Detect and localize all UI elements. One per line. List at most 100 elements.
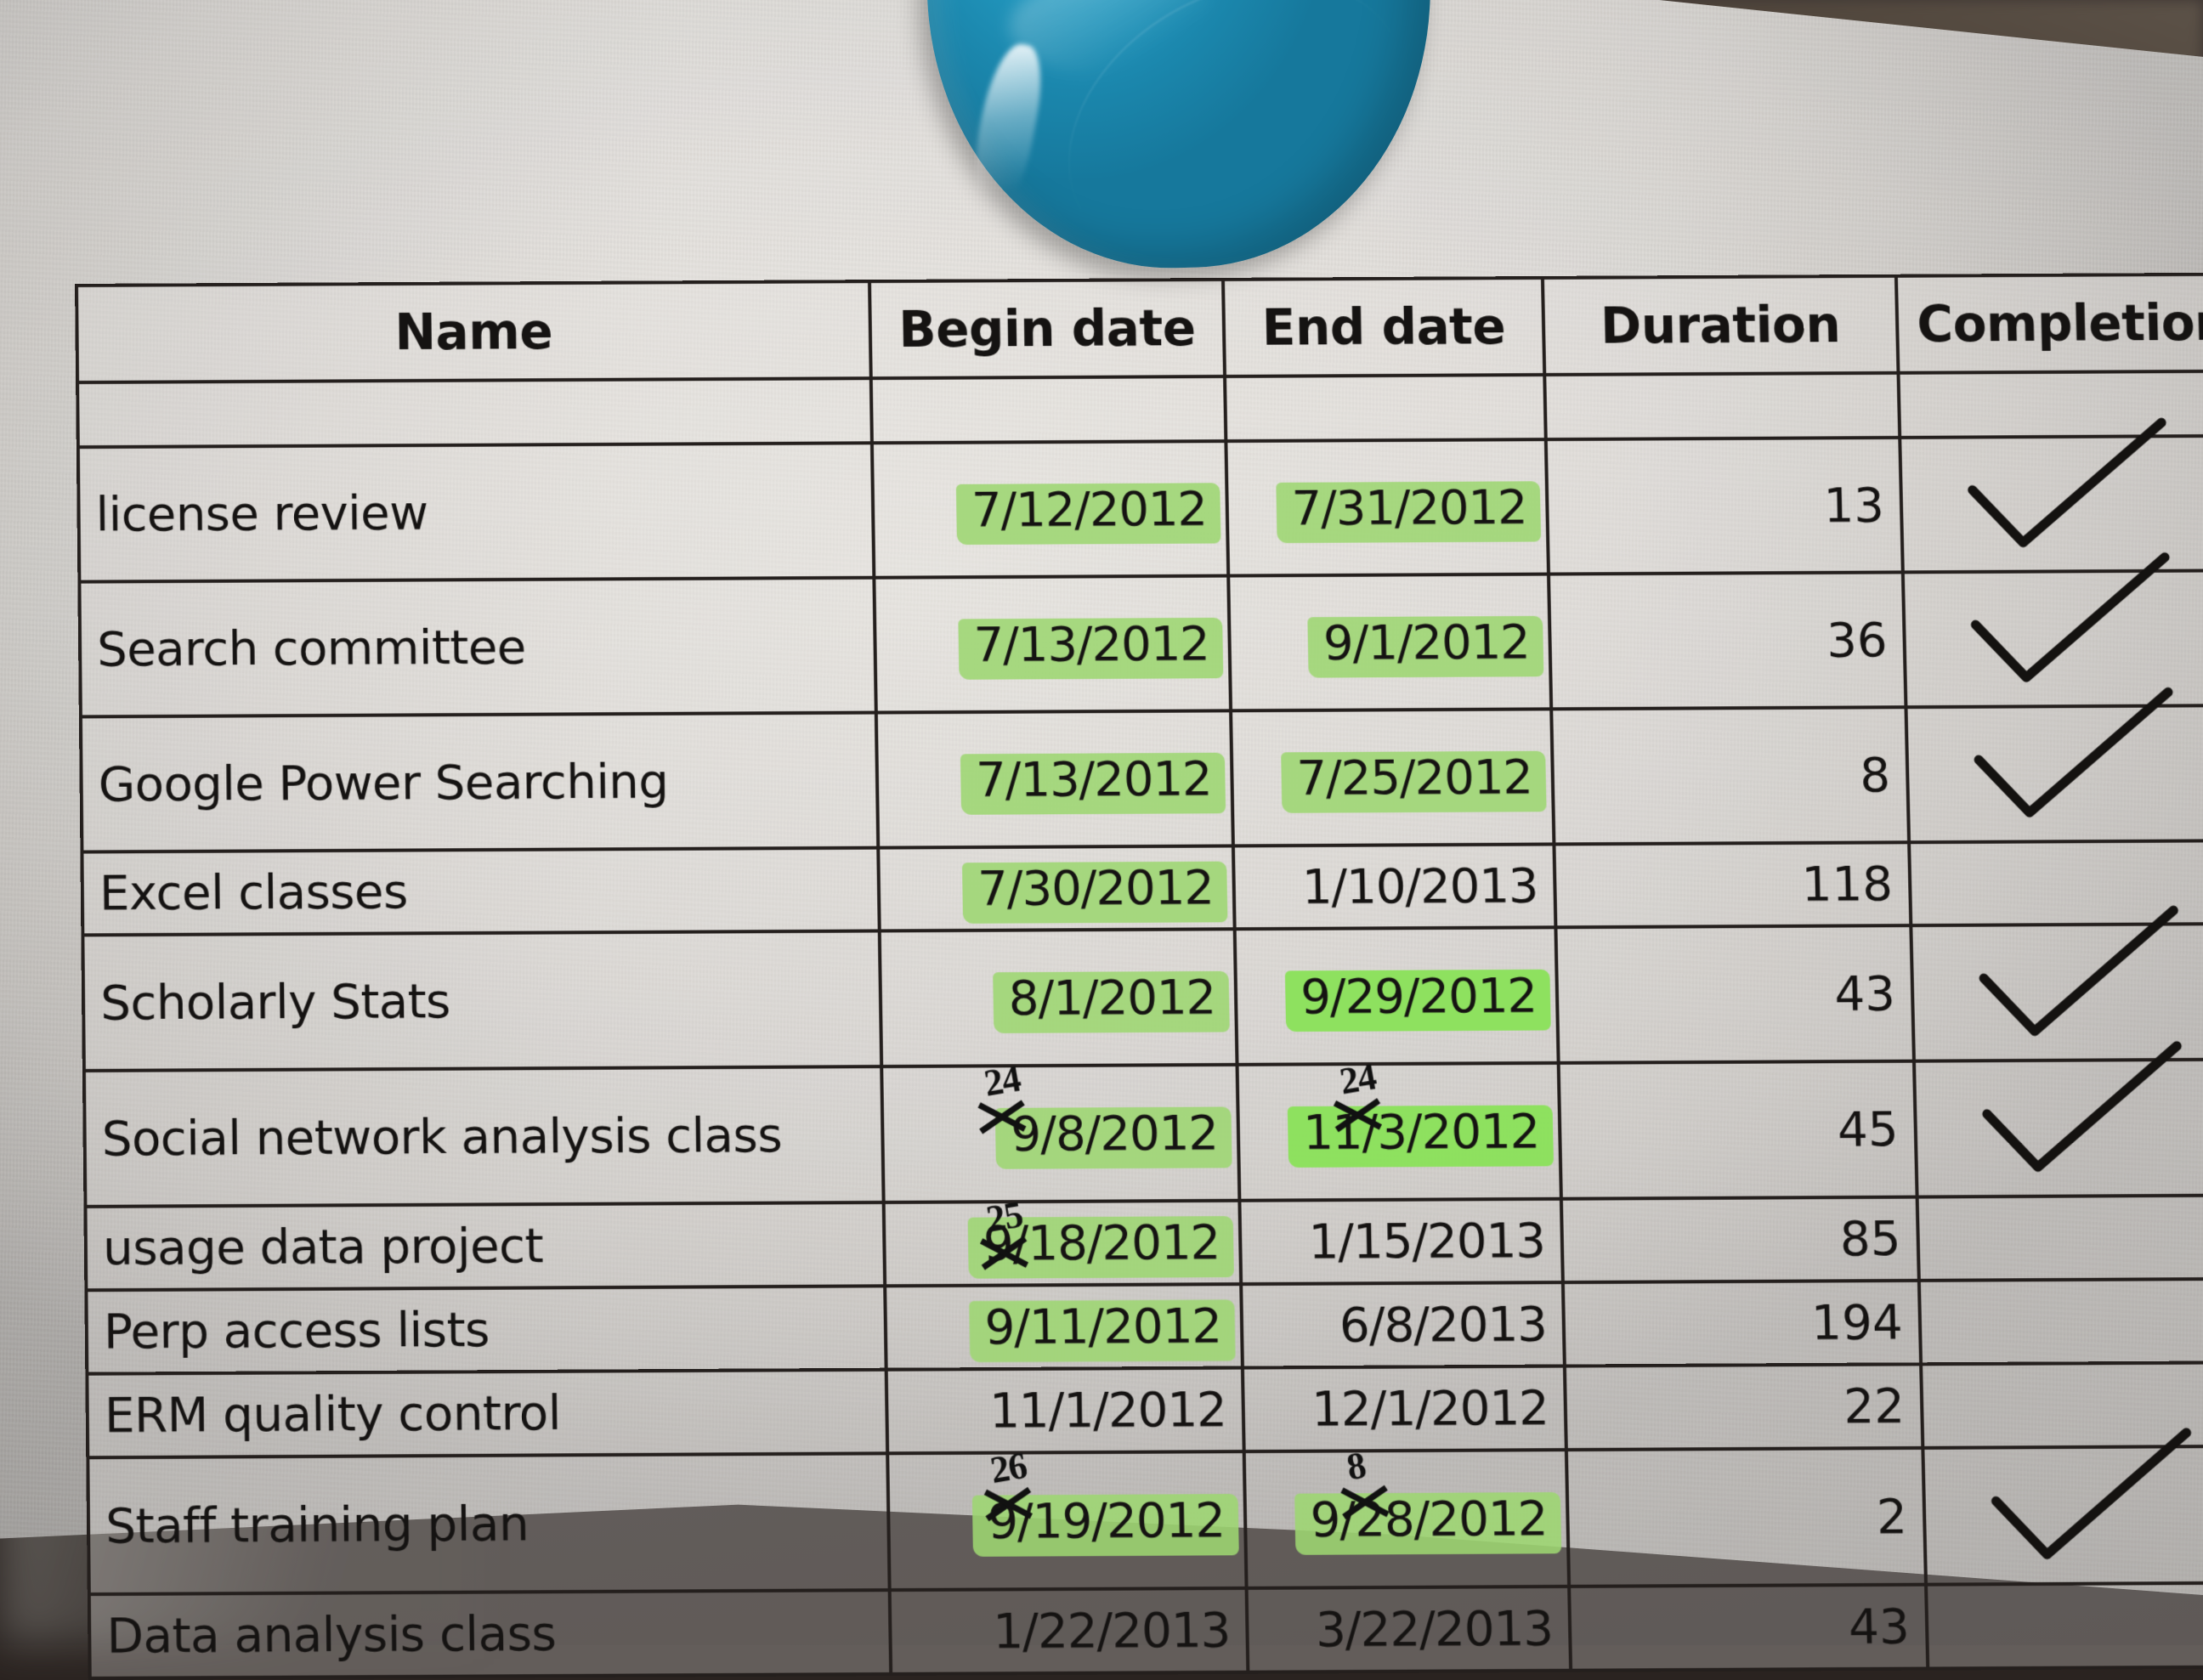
date-text: 11/1/2012	[988, 1381, 1227, 1440]
cell-task-name: license review	[77, 443, 875, 582]
cell-duration: 45	[1558, 1061, 1917, 1199]
cell-completion	[1923, 1446, 2203, 1585]
cell-begin-date: 11/1/2012	[886, 1367, 1244, 1454]
cell-begin-date: 9/19/2012 26	[887, 1444, 1247, 1591]
cell-end-date: 9/1/2012	[1228, 574, 1552, 711]
date-text: 3/22/2013	[1315, 1600, 1554, 1659]
cell-completion	[1918, 1278, 2203, 1365]
blue-disc-specular-highlight	[965, 39, 1050, 217]
checkmark-icon	[1993, 1061, 2193, 1183]
table-row: ERM quality control 11/1/2012 12/1/2012 22	[87, 1362, 2203, 1458]
cell-begin-date: 9/11/2012	[885, 1284, 1243, 1370]
cell-task-name: Social network analysis class	[83, 1066, 884, 1207]
cell-duration: 13	[1545, 437, 1903, 574]
cell-completion	[1917, 1195, 2203, 1281]
table-row: Perp access lists 9/11/2012 6/8/2013 194	[86, 1278, 2203, 1374]
cell-task-name: Data analysis class	[88, 1590, 892, 1678]
column-header-duration: Duration	[1542, 275, 1899, 375]
cell-task-name: Search committee	[79, 577, 876, 717]
column-header-name: Name	[76, 281, 871, 383]
date-text: 7/25/2012	[1293, 747, 1537, 807]
date-text: 9/1/2012	[1319, 612, 1533, 672]
cell-begin-date: 7/13/2012	[874, 575, 1232, 713]
cell-task-name: Scholarly Stats	[82, 931, 882, 1071]
table-row: usage data project 9/18/2012 25 1/15/2013 85	[85, 1193, 2203, 1291]
cell-end-date: 6/8/2013	[1241, 1282, 1565, 1368]
cell-end-date: 3/22/2013	[1246, 1586, 1572, 1672]
cell-duration: 43	[1569, 1584, 1928, 1671]
cell-duration: 85	[1560, 1196, 1919, 1283]
table-spacer-row	[77, 371, 2203, 448]
checkmark-icon	[1990, 925, 2189, 1047]
cell-task-name: usage data project	[85, 1202, 886, 1291]
spacer-cell-end	[1225, 374, 1546, 442]
date-text: 1/15/2013	[1307, 1213, 1546, 1270]
date-text: 12/1/2012	[1311, 1379, 1549, 1438]
cell-end-date: 12/1/2012	[1242, 1366, 1566, 1452]
handwritten-correction: 8	[1343, 1443, 1369, 1489]
column-header-end-date: End date	[1222, 277, 1545, 376]
date-text: 9/8/2012	[1007, 1103, 1222, 1163]
column-header-begin-date: Begin date	[869, 279, 1226, 379]
date-text: 6/8/2013	[1339, 1296, 1548, 1354]
cell-begin-date: 9/18/2012 25	[883, 1193, 1242, 1287]
date-text: 9/28/2012	[1306, 1488, 1551, 1549]
date-text: 7/12/2012	[967, 479, 1210, 540]
cell-duration: 43	[1555, 925, 1914, 1063]
cell-begin-date: 7/13/2012	[875, 710, 1233, 848]
checkmark-icon	[2002, 1448, 2201, 1570]
table-row: Search committee 7/13/2012 9/1/2012 36	[79, 570, 2203, 717]
date-text: 11/3/2012	[1299, 1101, 1543, 1162]
table-row: Excel classes 7/30/2012 1/10/2013 118	[82, 840, 2203, 936]
cell-duration: 194	[1562, 1280, 1922, 1366]
cell-completion	[1906, 705, 2203, 843]
spacer-cell-duration	[1544, 372, 1900, 440]
cell-end-date: 9/29/2012	[1234, 927, 1559, 1065]
table-header: Name Begin date End date Duration Comple…	[76, 274, 2203, 383]
table-header-row: Name Begin date End date Duration Comple…	[76, 274, 2203, 383]
cell-end-date: 7/31/2012	[1226, 439, 1549, 576]
cell-end-date: 7/25/2012	[1231, 709, 1555, 846]
date-text: 1/10/2013	[1301, 857, 1538, 915]
cell-duration: 118	[1554, 842, 1911, 928]
checkmark-icon	[1981, 573, 2180, 693]
cell-duration: 2	[1566, 1447, 1927, 1587]
cell-task-name: Staff training plan	[88, 1453, 890, 1595]
table-row: Scholarly Stats 8/1/2012 9/29/2012 43	[82, 924, 2203, 1071]
project-plan-table-container: Name Begin date End date Duration Comple…	[75, 272, 2203, 1680]
cell-begin-date: 7/30/2012	[878, 846, 1235, 931]
date-text: 9/11/2012	[981, 1296, 1226, 1357]
handwritten-correction: 24	[981, 1057, 1023, 1105]
cell-end-date: 11/3/2012 24	[1237, 1055, 1561, 1201]
cell-duration: 36	[1548, 572, 1906, 710]
cell-completion	[1913, 1059, 2203, 1197]
cell-end-date: 9/28/2012 8	[1243, 1444, 1570, 1588]
cell-begin-date: 7/12/2012	[871, 441, 1229, 578]
spacer-cell-begin	[870, 376, 1226, 444]
date-text: 7/30/2012	[974, 858, 1218, 919]
handwritten-correction: 26	[987, 1444, 1030, 1492]
cell-begin-date: 8/1/2012	[879, 929, 1237, 1067]
cell-task-name: Excel classes	[82, 847, 880, 936]
date-text: 1/22/2013	[992, 1602, 1231, 1660]
project-plan-table: Name Begin date End date Duration Comple…	[75, 272, 2203, 1680]
cell-begin-date: 9/8/2012 24	[881, 1057, 1240, 1202]
cell-duration: 22	[1564, 1364, 1923, 1451]
date-text: 7/13/2012	[970, 614, 1213, 674]
cell-duration: 8	[1551, 707, 1910, 845]
table-row: Google Power Searching 7/13/2012 7/25/2012…	[80, 705, 2203, 852]
date-text: 9/29/2012	[1296, 965, 1540, 1026]
date-text: 9/19/2012	[984, 1490, 1229, 1551]
cell-completion	[1926, 1582, 2203, 1669]
handwritten-correction: 24	[1336, 1055, 1379, 1103]
cell-end-date: 1/10/2013	[1232, 844, 1556, 930]
date-text: 9/18/2012	[979, 1213, 1223, 1273]
column-header-completion: Completion	[1895, 274, 2203, 373]
date-text: 7/13/2012	[972, 749, 1216, 809]
table-row: Staff training plan 9/19/2012 26 9/28/2012 8…	[88, 1444, 2203, 1595]
date-text: 8/1/2012	[1005, 967, 1219, 1027]
cell-end-date: 1/15/2013	[1239, 1198, 1563, 1285]
cell-task-name: ERM quality control	[87, 1369, 888, 1458]
table-row: Social network analysis class 9/8/2012 24 1…	[83, 1055, 2203, 1207]
spacer-cell-name	[77, 378, 872, 448]
